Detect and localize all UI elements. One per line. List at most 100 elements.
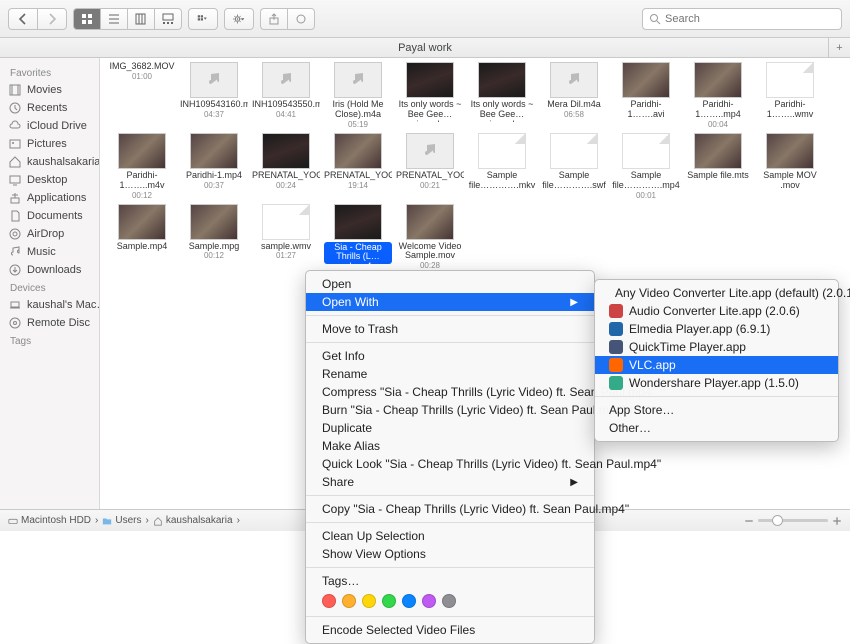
path-crumb[interactable]: Macintosh HDD — [8, 515, 91, 526]
tag-color-dot[interactable] — [342, 594, 356, 608]
sidebar-item-icloud-drive[interactable]: iCloud Drive — [0, 117, 99, 135]
openwith-app[interactable]: VLC.app — [595, 356, 838, 374]
sidebar-item-applications[interactable]: Applications — [0, 189, 99, 207]
file-item[interactable]: Paridhi-1…….avi — [614, 62, 678, 129]
arrange-button[interactable] — [188, 8, 218, 30]
app-label: Wondershare Player.app (1.5.0) — [629, 376, 799, 390]
share-button[interactable] — [260, 8, 287, 30]
path-crumb[interactable]: kaushalsakaria — [153, 515, 233, 526]
file-duration: 00:21 — [420, 181, 440, 190]
action-button[interactable] — [224, 8, 254, 30]
ctx-make-alias[interactable]: Make Alias — [306, 437, 594, 455]
sidebar-item-kaushalsakaria[interactable]: kaushalsakaria — [0, 153, 99, 171]
tag-color-dot[interactable] — [362, 594, 376, 608]
tag-color-dot[interactable] — [442, 594, 456, 608]
icon-view-button[interactable] — [73, 8, 100, 30]
list-view-button[interactable] — [100, 8, 127, 30]
file-item[interactable]: Its only words ~ Bee Gee…rics.vob — [470, 62, 534, 129]
sidebar-item-desktop[interactable]: Desktop — [0, 171, 99, 189]
file-item[interactable]: Its only words ~ Bee Gee…rics.mkv — [398, 62, 462, 129]
ctx-open-with[interactable]: Open With▶ — [306, 293, 594, 311]
file-item[interactable]: Sample file………….swf — [542, 133, 606, 200]
new-tab-button[interactable]: + — [828, 38, 850, 58]
sidebar-item-downloads[interactable]: Downloads — [0, 261, 99, 279]
file-item[interactable]: Paridhi-1……..mp400:04 — [686, 62, 750, 129]
ctx-encode[interactable]: Encode Selected Video Files — [306, 621, 594, 639]
file-thumb-image — [190, 133, 238, 169]
openwith-app[interactable]: Elmedia Player.app (6.9.1) — [595, 320, 838, 338]
sidebar-item-movies[interactable]: Movies — [0, 81, 99, 99]
file-duration: 04:37 — [204, 110, 224, 119]
file-item[interactable]: Welcome Video Sample.mov00:28 — [398, 204, 462, 271]
file-item[interactable]: Sample.mp4 — [110, 204, 174, 271]
tag-color-dot[interactable] — [422, 594, 436, 608]
file-item[interactable]: Sample.mpg00:12 — [182, 204, 246, 271]
sidebar-item-remote-disc[interactable]: Remote Disc — [0, 314, 99, 332]
file-item[interactable]: Sia - Cheap Thrills (L…ul.mp4 — [326, 204, 390, 271]
file-item[interactable]: Paridhi-1……..wmv — [758, 62, 822, 129]
file-name: Mera Dil.m4a — [540, 100, 608, 110]
ctx-compress[interactable]: Compress "Sia - Cheap Thrills (Lyric Vid… — [306, 383, 594, 401]
file-item[interactable]: Sample file………….mkv — [470, 133, 534, 200]
openwith-app[interactable]: Audio Converter Lite.app (2.0.6) — [595, 302, 838, 320]
file-item[interactable]: PRENATAL_YOGA_01_Title_01.mp400:24 — [254, 133, 318, 200]
nav-buttons — [8, 8, 67, 30]
file-item[interactable]: Mera Dil.m4a06:58 — [542, 62, 606, 129]
ctx-clean-up[interactable]: Clean Up Selection — [306, 527, 594, 545]
file-item[interactable]: Sample file.mts — [686, 133, 750, 200]
back-button[interactable] — [8, 8, 37, 30]
sidebar-item-airdrop[interactable]: AirDrop — [0, 225, 99, 243]
openwith-other[interactable]: Other… — [595, 419, 838, 437]
file-item[interactable]: IMG_3682.MOV01:00 — [110, 62, 174, 129]
sidebar-item-label: Applications — [27, 192, 86, 204]
ctx-move-to-trash[interactable]: Move to Trash — [306, 320, 594, 338]
chevron-icon: › — [95, 515, 98, 526]
column-view-button[interactable] — [127, 8, 154, 30]
openwith-appstore[interactable]: App Store… — [595, 401, 838, 419]
path-crumb[interactable]: Users — [102, 515, 141, 526]
zoom-slider[interactable] — [744, 516, 842, 526]
forward-button[interactable] — [37, 8, 67, 30]
sidebar-item-recents[interactable]: Recents — [0, 99, 99, 117]
file-item[interactable]: PRENATAL_YOGA_02_Title_01.mp419:14 — [326, 133, 390, 200]
file-name: Sample file.mts — [684, 171, 752, 181]
ctx-get-info[interactable]: Get Info — [306, 347, 594, 365]
sidebar-item-music[interactable]: Music — [0, 243, 99, 261]
file-item[interactable]: Paridhi-1……..m4v00:12 — [110, 133, 174, 200]
tag-color-dot[interactable] — [322, 594, 336, 608]
ctx-share[interactable]: Share▶ — [306, 473, 594, 491]
ctx-rename[interactable]: Rename — [306, 365, 594, 383]
ctx-quick-look[interactable]: Quick Look "Sia - Cheap Thrills (Lyric V… — [306, 455, 594, 473]
file-item[interactable]: Sample file………….mp400:01 — [614, 133, 678, 200]
openwith-app[interactable]: Wondershare Player.app (1.5.0) — [595, 374, 838, 392]
tag-color-dot[interactable] — [402, 594, 416, 608]
sidebar-item-label: Pictures — [27, 138, 67, 150]
search-input[interactable] — [665, 13, 835, 25]
sidebar-item-pictures[interactable]: Pictures — [0, 135, 99, 153]
sidebar-item-kaushal-s-mac-[interactable]: kaushal's Mac… — [0, 296, 99, 314]
ctx-open[interactable]: Open — [306, 275, 594, 293]
file-item[interactable]: Sample MOV .mov — [758, 133, 822, 200]
file-item[interactable]: Iris (Hold Me Close).m4a05:19 — [326, 62, 390, 129]
gallery-view-button[interactable] — [154, 8, 182, 30]
ctx-copy[interactable]: Copy "Sia - Cheap Thrills (Lyric Video) … — [306, 500, 594, 518]
ctx-show-view-options[interactable]: Show View Options — [306, 545, 594, 563]
file-name: Sample file………….swf — [540, 171, 608, 191]
file-thumb-audio — [190, 62, 238, 98]
file-item[interactable]: PRENATAL_YOGA_03_Title_01.mp400:21 — [398, 133, 462, 200]
file-item[interactable]: INH109543550.mp304:41 — [254, 62, 318, 129]
file-item[interactable]: INH109543160.mp304:37 — [182, 62, 246, 129]
ctx-tags[interactable]: Tags… — [306, 572, 594, 590]
search-field[interactable] — [642, 8, 842, 30]
file-item[interactable]: sample.wmv01:27 — [254, 204, 318, 271]
tags-button[interactable] — [287, 8, 315, 30]
ctx-duplicate[interactable]: Duplicate — [306, 419, 594, 437]
file-item[interactable]: Paridhi-1.mp400:37 — [182, 133, 246, 200]
file-name: Sample.mp4 — [108, 242, 176, 252]
openwith-app[interactable]: Any Video Converter Lite.app (default) (… — [595, 284, 838, 302]
ctx-burn[interactable]: Burn "Sia - Cheap Thrills (Lyric Video) … — [306, 401, 594, 419]
tag-color-dot[interactable] — [382, 594, 396, 608]
sidebar-item-documents[interactable]: Documents — [0, 207, 99, 225]
file-thumb-video — [406, 62, 454, 98]
openwith-app[interactable]: QuickTime Player.app — [595, 338, 838, 356]
